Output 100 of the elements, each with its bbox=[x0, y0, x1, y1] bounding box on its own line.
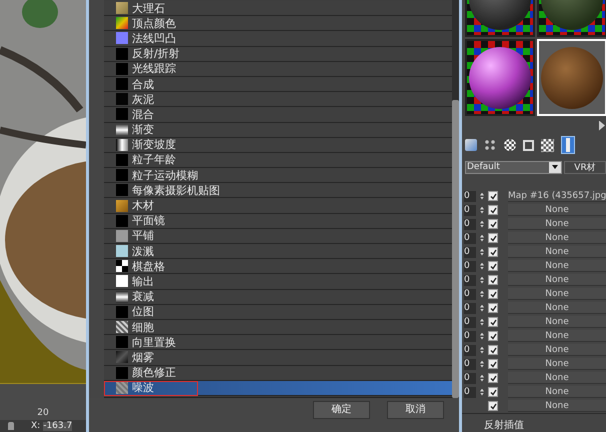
map-checkbox[interactable] bbox=[488, 233, 498, 243]
amount-field[interactable]: 0 bbox=[464, 372, 476, 384]
map-slot-button[interactable]: None bbox=[508, 204, 606, 216]
scrollbar[interactable] bbox=[452, 0, 459, 398]
map-list-item[interactable]: 法线凹凸 bbox=[104, 31, 452, 47]
map-slot-button[interactable]: None bbox=[508, 316, 606, 328]
dialog-button[interactable]: 取消 bbox=[387, 401, 444, 419]
material-slot[interactable] bbox=[465, 39, 535, 116]
map-slot-button[interactable]: None bbox=[508, 400, 606, 412]
map-list-item[interactable]: 顶点颜色 bbox=[104, 16, 452, 32]
map-checkbox[interactable] bbox=[488, 247, 498, 257]
map-slot-button[interactable]: None bbox=[508, 358, 606, 370]
square-target-icon[interactable] bbox=[523, 140, 534, 150]
show-map-icon[interactable] bbox=[561, 136, 575, 154]
map-list-item[interactable]: 棋盘格 bbox=[104, 259, 452, 274]
map-checkbox[interactable] bbox=[488, 373, 498, 383]
map-slot-button[interactable]: None bbox=[508, 372, 606, 384]
map-list-item[interactable]: 光线跟踪 bbox=[104, 62, 452, 77]
map-slot-button[interactable]: None bbox=[508, 302, 606, 314]
coordinate-field[interactable]: -163.7 bbox=[43, 422, 72, 430]
amount-field[interactable]: 0 bbox=[464, 330, 476, 342]
map-list-item[interactable]: 灰泥 bbox=[104, 92, 452, 108]
map-slot-button[interactable]: None bbox=[508, 246, 606, 258]
map-checkbox[interactable] bbox=[488, 331, 498, 341]
map-checkbox[interactable] bbox=[488, 289, 498, 299]
spinner-icon[interactable] bbox=[478, 246, 486, 258]
map-list-item[interactable]: 木材 bbox=[104, 198, 452, 214]
amount-field[interactable]: 0 bbox=[464, 190, 476, 202]
spinner-icon[interactable] bbox=[478, 190, 486, 202]
amount-field[interactable]: 0 bbox=[464, 302, 476, 314]
spinner-icon[interactable] bbox=[478, 204, 486, 216]
map-slot-button[interactable]: None bbox=[508, 274, 606, 286]
map-list-item[interactable]: 衰减 bbox=[104, 290, 452, 305]
map-list-item[interactable]: 渐变 bbox=[104, 122, 452, 138]
map-checkbox[interactable] bbox=[488, 219, 498, 229]
map-list-item[interactable]: 平面镜 bbox=[104, 214, 452, 229]
map-list-item[interactable]: 每像素摄影机贴图 bbox=[104, 183, 452, 198]
map-checkbox[interactable] bbox=[488, 359, 498, 369]
map-slot-button[interactable]: None bbox=[508, 330, 606, 342]
map-checkbox[interactable] bbox=[488, 317, 498, 327]
spinner-icon[interactable] bbox=[478, 386, 486, 398]
map-checkbox[interactable] bbox=[488, 303, 498, 313]
amount-field[interactable]: 0 bbox=[464, 386, 476, 398]
spinner-icon[interactable] bbox=[478, 344, 486, 356]
amount-field[interactable]: 0 bbox=[464, 204, 476, 216]
map-list-item[interactable]: 泼溅 bbox=[104, 244, 452, 260]
amount-field[interactable]: 0 bbox=[464, 288, 476, 300]
map-checkbox[interactable] bbox=[488, 191, 498, 201]
amount-field[interactable]: 0 bbox=[464, 358, 476, 370]
map-list-item[interactable]: 位图 bbox=[104, 304, 452, 320]
amount-field[interactable]: 0 bbox=[464, 344, 476, 356]
amount-field[interactable]: 0 bbox=[464, 260, 476, 272]
map-checkbox[interactable] bbox=[488, 275, 498, 285]
amount-field[interactable]: 0 bbox=[464, 246, 476, 258]
map-list-item[interactable]: 粒子年龄 bbox=[104, 152, 452, 168]
spinner-icon[interactable] bbox=[478, 218, 486, 230]
map-list-item[interactable]: 混合 bbox=[104, 107, 452, 122]
spinner-icon[interactable] bbox=[478, 260, 486, 272]
map-list-item[interactable]: 平铺 bbox=[104, 228, 452, 244]
map-checkbox[interactable] bbox=[488, 387, 498, 397]
map-list-item[interactable]: 颜色修正 bbox=[104, 366, 452, 381]
map-list-item[interactable]: 大理石 bbox=[104, 1, 452, 16]
map-list-item[interactable]: 噪波 bbox=[104, 380, 452, 396]
amount-field[interactable]: 0 bbox=[464, 316, 476, 328]
map-list-item[interactable]: 粒子运动模糊 bbox=[104, 168, 452, 184]
map-slot-button[interactable]: None bbox=[508, 218, 606, 230]
spinner-icon[interactable] bbox=[478, 316, 486, 328]
amount-field[interactable]: 0 bbox=[464, 218, 476, 230]
map-checkbox[interactable] bbox=[488, 261, 498, 271]
map-slot-button[interactable]: None bbox=[508, 344, 606, 356]
map-list-item[interactable]: 渐变坡度 bbox=[104, 138, 452, 153]
spinner-icon[interactable] bbox=[478, 330, 486, 342]
lock-icon[interactable] bbox=[8, 422, 14, 430]
map-slot-button[interactable]: None bbox=[508, 386, 606, 398]
amount-field[interactable]: 0 bbox=[464, 274, 476, 286]
map-list-item[interactable]: 反射/折射 bbox=[104, 46, 452, 62]
material-dropdown[interactable]: Default bbox=[465, 160, 562, 174]
map-checkbox[interactable] bbox=[488, 205, 498, 215]
material-type-button[interactable]: VR材 bbox=[564, 160, 606, 174]
map-slot-button[interactable]: None bbox=[508, 232, 606, 244]
spinner-icon[interactable] bbox=[478, 274, 486, 286]
spinner-icon[interactable] bbox=[478, 288, 486, 300]
map-slot-button[interactable]: None bbox=[508, 260, 606, 272]
map-list-item[interactable]: 烟雾 bbox=[104, 350, 452, 366]
map-list-item[interactable]: 合成 bbox=[104, 76, 452, 92]
map-list-item[interactable]: 向里置换 bbox=[104, 335, 452, 350]
map-checkbox[interactable] bbox=[488, 345, 498, 355]
spinner-icon[interactable] bbox=[478, 372, 486, 384]
checker-icon[interactable] bbox=[541, 138, 554, 152]
map-slot-button[interactable]: None bbox=[508, 288, 606, 300]
map-list-item[interactable]: 输出 bbox=[104, 274, 452, 290]
spinner-icon[interactable] bbox=[478, 232, 486, 244]
spinner-icon[interactable] bbox=[478, 358, 486, 370]
dialog-button[interactable]: 确定 bbox=[313, 401, 370, 419]
timeline[interactable]: 20 bbox=[0, 383, 86, 420]
spinner-icon[interactable] bbox=[478, 302, 486, 314]
map-slot-button[interactable]: Map #16 (435657.jpg bbox=[508, 190, 606, 202]
map-checkbox[interactable] bbox=[488, 401, 498, 411]
amount-field[interactable]: 0 bbox=[464, 232, 476, 244]
map-list-item[interactable]: 细胞 bbox=[104, 320, 452, 336]
